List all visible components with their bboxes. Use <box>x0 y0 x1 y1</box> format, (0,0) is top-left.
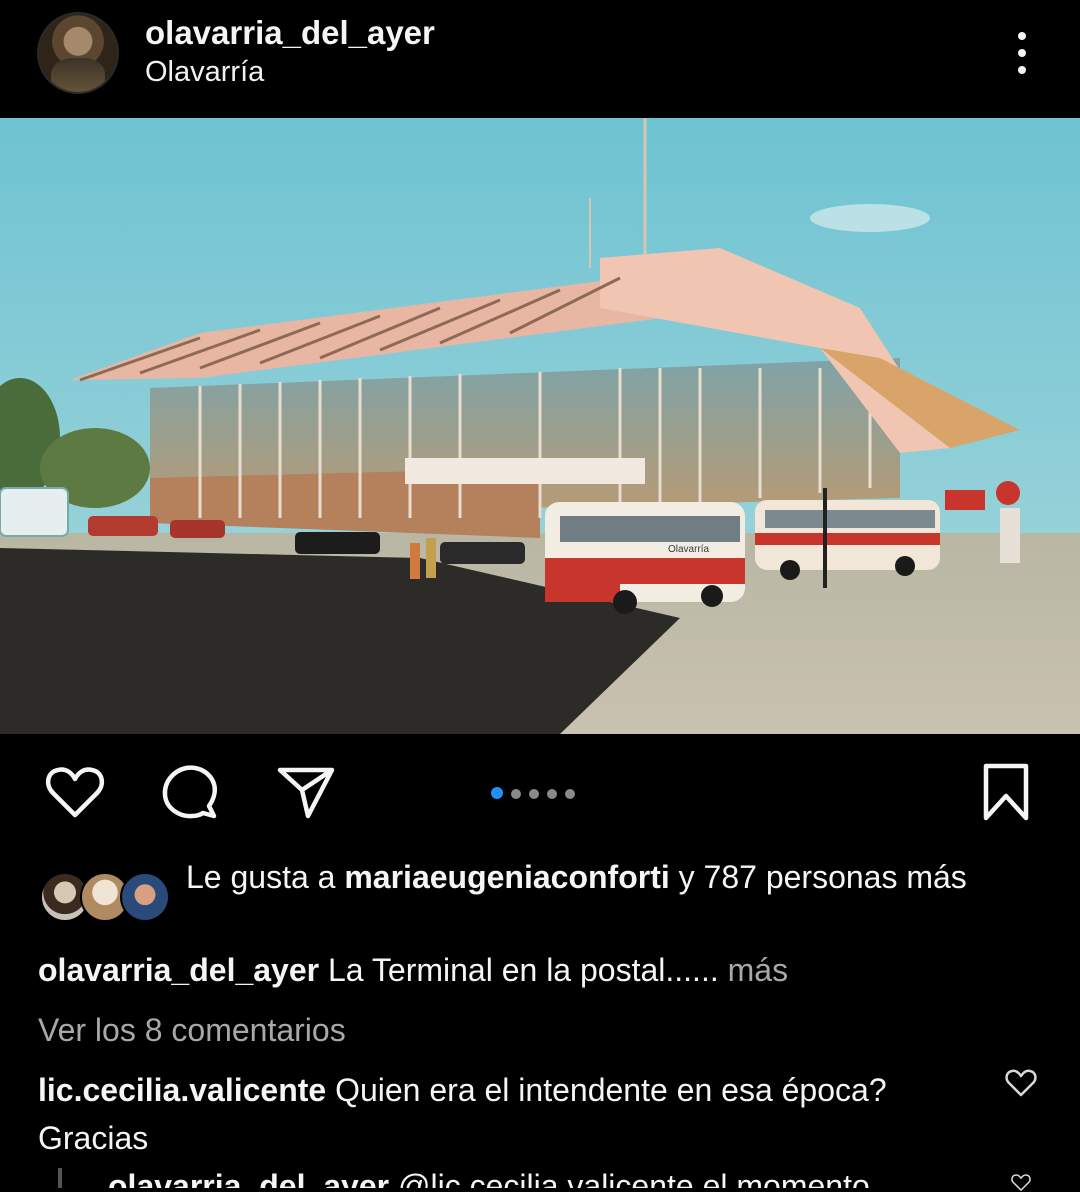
carousel-dot <box>565 789 575 799</box>
caption-text: La Terminal en la postal...... <box>319 952 719 988</box>
post-username[interactable]: olavarria_del_ayer <box>145 14 435 52</box>
heart-icon[interactable] <box>43 760 107 824</box>
carousel-indicator <box>491 786 583 799</box>
carousel-dot <box>529 789 539 799</box>
caption-more-link[interactable]: más <box>719 952 788 988</box>
share-icon[interactable] <box>274 760 338 824</box>
view-all-comments-link[interactable]: Ver los 8 comentarios <box>38 1012 346 1049</box>
bus: Olavarría <box>545 502 745 614</box>
profile-avatar[interactable] <box>37 12 119 94</box>
caption: olavarria_del_ayer La Terminal en la pos… <box>38 952 1048 989</box>
likes-suffix: y 787 personas más <box>669 859 967 895</box>
reply-thread-line <box>58 1168 62 1188</box>
comment-reply: olavarria_del_ayer @lic.cecilia.valicent… <box>58 1168 958 1188</box>
comment-like-heart-icon[interactable] <box>1004 1066 1038 1098</box>
carousel-dot <box>547 789 557 799</box>
liker-avatars[interactable] <box>40 872 170 924</box>
post-photo[interactable]: Olavarría <box>0 118 1080 734</box>
likes-summary[interactable]: Le gusta a mariaeugeniaconforti y 787 pe… <box>186 856 1046 899</box>
caption-username[interactable]: olavarria_del_ayer <box>38 952 319 988</box>
carousel-dot-active <box>491 787 503 799</box>
post-header: olavarria_del_ayer Olavarría <box>0 0 1080 118</box>
comment-username[interactable]: lic.cecilia.valicente <box>38 1072 326 1108</box>
avatar <box>120 872 170 922</box>
comment-icon[interactable] <box>158 760 222 824</box>
terminal-postcard-image: Olavarría <box>0 118 1080 734</box>
comment: lic.cecilia.valicente Quien era el inten… <box>38 1066 978 1162</box>
bus-sign: Olavarría <box>668 544 710 555</box>
carousel-dot <box>511 789 521 799</box>
more-options-icon[interactable] <box>1006 28 1038 78</box>
reply-text: @lic.cecilia.valicente el momento... <box>389 1168 897 1188</box>
reply-username[interactable]: olavarria_del_ayer <box>108 1168 389 1188</box>
likes-prefix: Le gusta a <box>186 859 345 895</box>
bookmark-icon[interactable] <box>974 760 1038 824</box>
post-location[interactable]: Olavarría <box>145 56 264 89</box>
reply-like-heart-icon[interactable] <box>1004 1172 1038 1192</box>
liker-username[interactable]: mariaeugeniaconforti <box>344 859 669 895</box>
